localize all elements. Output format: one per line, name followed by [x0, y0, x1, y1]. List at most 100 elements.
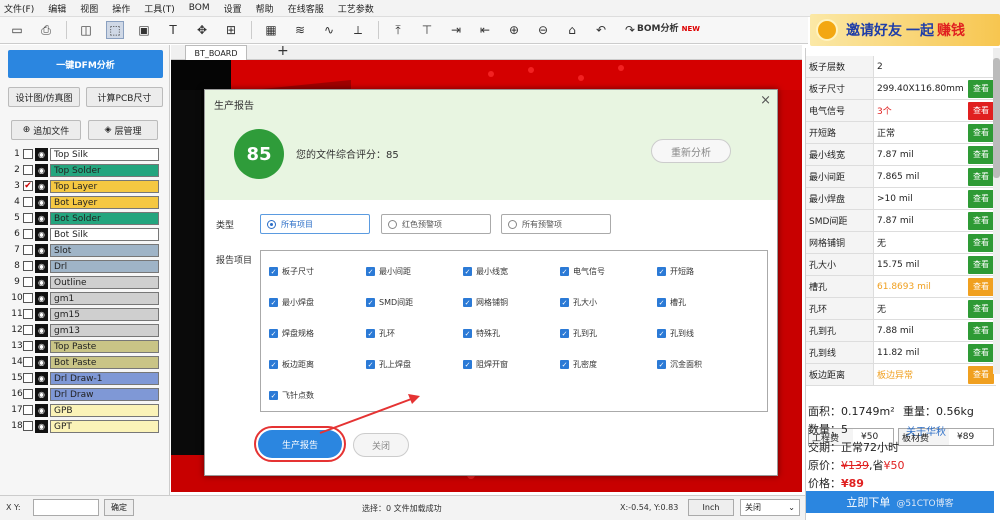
view-button[interactable]: 查看	[968, 101, 994, 120]
layer-row[interactable]: 7 ◉ Slot	[11, 243, 159, 257]
layer-row[interactable]: 8 ◉ Drl	[11, 259, 159, 273]
new-tab-button[interactable]: +	[277, 43, 289, 59]
view-button[interactable]: 查看	[968, 211, 994, 230]
view-button[interactable]: 查看	[968, 343, 994, 362]
eye-icon[interactable]: ◉	[35, 419, 48, 433]
layer-checkbox[interactable]	[23, 309, 33, 319]
layers-icon[interactable]: ≋	[291, 21, 309, 39]
view-button[interactable]: 查看	[968, 79, 994, 98]
report-item-checkbox[interactable]: ✓ 电气信号	[560, 266, 605, 277]
home-icon[interactable]: ⌂	[563, 21, 581, 39]
eye-icon[interactable]: ◉	[35, 243, 48, 257]
eye-icon[interactable]: ◉	[35, 355, 48, 369]
window-icon[interactable]: ◫	[77, 21, 95, 39]
eye-icon[interactable]: ◉	[35, 291, 48, 305]
layer-checkbox[interactable]: ✔	[23, 181, 33, 191]
menu-item[interactable]: 操作	[112, 2, 130, 15]
layer-row[interactable]: 11 ◉ gm15	[11, 307, 159, 321]
unit-button[interactable]: Inch	[688, 499, 734, 516]
report-item-checkbox[interactable]: ✓ 沉金面积	[657, 359, 702, 370]
reanalyze-button[interactable]: 重新分析	[651, 139, 731, 163]
layer-row[interactable]: 14 ◉ Bot Paste	[11, 355, 159, 369]
report-item-checkbox[interactable]: ✓ 飞针点数	[269, 390, 314, 401]
view-button[interactable]: 查看	[968, 321, 994, 340]
menu-item[interactable]: 帮助	[256, 2, 274, 15]
layer-row[interactable]: 5 ◉ Bot Solder	[11, 211, 159, 225]
view-button[interactable]: 查看	[968, 299, 994, 318]
report-item-checkbox[interactable]: ✓ 孔到孔	[560, 328, 597, 339]
menu-item[interactable]: 设置	[224, 2, 242, 15]
eye-icon[interactable]: ◉	[35, 163, 48, 177]
add-file-button[interactable]: ⊕ 追加文件	[11, 120, 81, 140]
eye-icon[interactable]: ◉	[35, 275, 48, 289]
export-icon[interactable]: ⇥	[447, 21, 465, 39]
about-link[interactable]: 关于华秋	[906, 423, 946, 438]
close-select[interactable]: 关闭 ⌄	[740, 499, 800, 516]
menu-item[interactable]: 工具(T)	[144, 2, 175, 15]
report-item-checkbox[interactable]: ✓ 孔密度	[560, 359, 597, 370]
view-button[interactable]: 查看	[968, 277, 994, 296]
eye-icon[interactable]: ◉	[35, 403, 48, 417]
menu-item[interactable]: 在线客服	[288, 2, 324, 15]
right-panel-scrollbar[interactable]	[993, 48, 1000, 374]
report-item-checkbox[interactable]: ✓ 槽孔	[657, 297, 686, 308]
text-tool-icon[interactable]: T	[164, 21, 182, 39]
layer-checkbox[interactable]	[23, 373, 33, 383]
layer-checkbox[interactable]	[23, 389, 33, 399]
close-icon[interactable]: ×	[760, 93, 771, 108]
view-button[interactable]: 查看	[968, 167, 994, 186]
report-item-checkbox[interactable]: ✓ 板子尺寸	[269, 266, 314, 277]
eye-icon[interactable]: ◉	[35, 211, 48, 225]
open-icon[interactable]: ▭	[8, 21, 26, 39]
layer-checkbox[interactable]	[23, 293, 33, 303]
layer-checkbox[interactable]	[23, 165, 33, 175]
layer-checkbox[interactable]	[23, 261, 33, 271]
upload-icon[interactable]: ⤒	[389, 21, 407, 39]
produce-report-button[interactable]: 生产报告	[254, 426, 346, 462]
layer-row[interactable]: 18 ◉ GPT	[11, 419, 159, 433]
layer-checkbox[interactable]	[23, 197, 33, 207]
invite-banner[interactable]: 邀请好友 一起 赚钱	[810, 14, 1000, 46]
report-item-checkbox[interactable]: ✓ SMD间距	[366, 297, 413, 308]
eye-icon[interactable]: ◉	[35, 195, 48, 209]
layer-checkbox[interactable]	[23, 341, 33, 351]
layer-checkbox[interactable]	[23, 421, 33, 431]
layer-row[interactable]: 15 ◉ Drl Draw-1	[11, 371, 159, 385]
order-now-button[interactable]: 立即下单 @51CTO博客	[806, 491, 994, 513]
bom-analysis-button[interactable]: BOM分析 NEW	[637, 21, 700, 34]
report-item-checkbox[interactable]: ✓ 孔上焊盘	[366, 359, 411, 370]
layer-row[interactable]: 4 ◉ Bot Layer	[11, 195, 159, 209]
view-button[interactable]: 查看	[968, 233, 994, 252]
dfm-analysis-button[interactable]: 一键DFM分析	[8, 50, 163, 78]
report-item-checkbox[interactable]: ✓ 最小线宽	[463, 266, 508, 277]
report-item-checkbox[interactable]: ✓ 阻焊开窗	[463, 359, 508, 370]
import-icon[interactable]: ⇤	[476, 21, 494, 39]
align-icon[interactable]: ⊞	[222, 21, 240, 39]
zoom-out-icon[interactable]: ⊖	[534, 21, 552, 39]
layer-row[interactable]: 17 ◉ GPB	[11, 403, 159, 417]
report-item-checkbox[interactable]: ✓ 孔环	[366, 328, 395, 339]
view-button[interactable]: 查看	[968, 123, 994, 142]
report-item-checkbox[interactable]: ✓ 孔大小	[560, 297, 597, 308]
ruler-icon[interactable]: ⟂	[349, 21, 367, 39]
view-button[interactable]: 查看	[968, 255, 994, 274]
layer-checkbox[interactable]	[23, 149, 33, 159]
menu-item[interactable]: 文件(F)	[4, 2, 34, 15]
eye-icon[interactable]: ◉	[35, 307, 48, 321]
report-item-checkbox[interactable]: ✓ 焊盘规格	[269, 328, 314, 339]
confirm-button[interactable]: 确定	[104, 499, 134, 516]
eye-icon[interactable]: ◉	[35, 323, 48, 337]
layer-checkbox[interactable]	[23, 405, 33, 415]
view-button[interactable]: 查看	[968, 189, 994, 208]
eye-icon[interactable]: ◉	[35, 259, 48, 273]
report-item-checkbox[interactable]: ✓ 孔到线	[657, 328, 694, 339]
report-item-checkbox[interactable]: ✓ 最小间距	[366, 266, 411, 277]
report-item-checkbox[interactable]: ✓ 网格铺铜	[463, 297, 508, 308]
report-item-checkbox[interactable]: ✓ 开短路	[657, 266, 694, 277]
menu-item[interactable]: 编辑	[48, 2, 66, 15]
layer-row[interactable]: 12 ◉ gm13	[11, 323, 159, 337]
print-icon[interactable]: ⎙	[37, 21, 55, 39]
eye-icon[interactable]: ◉	[35, 179, 48, 193]
layer-row[interactable]: 9 ◉ Outline	[11, 275, 159, 289]
xy-input[interactable]	[33, 499, 99, 516]
